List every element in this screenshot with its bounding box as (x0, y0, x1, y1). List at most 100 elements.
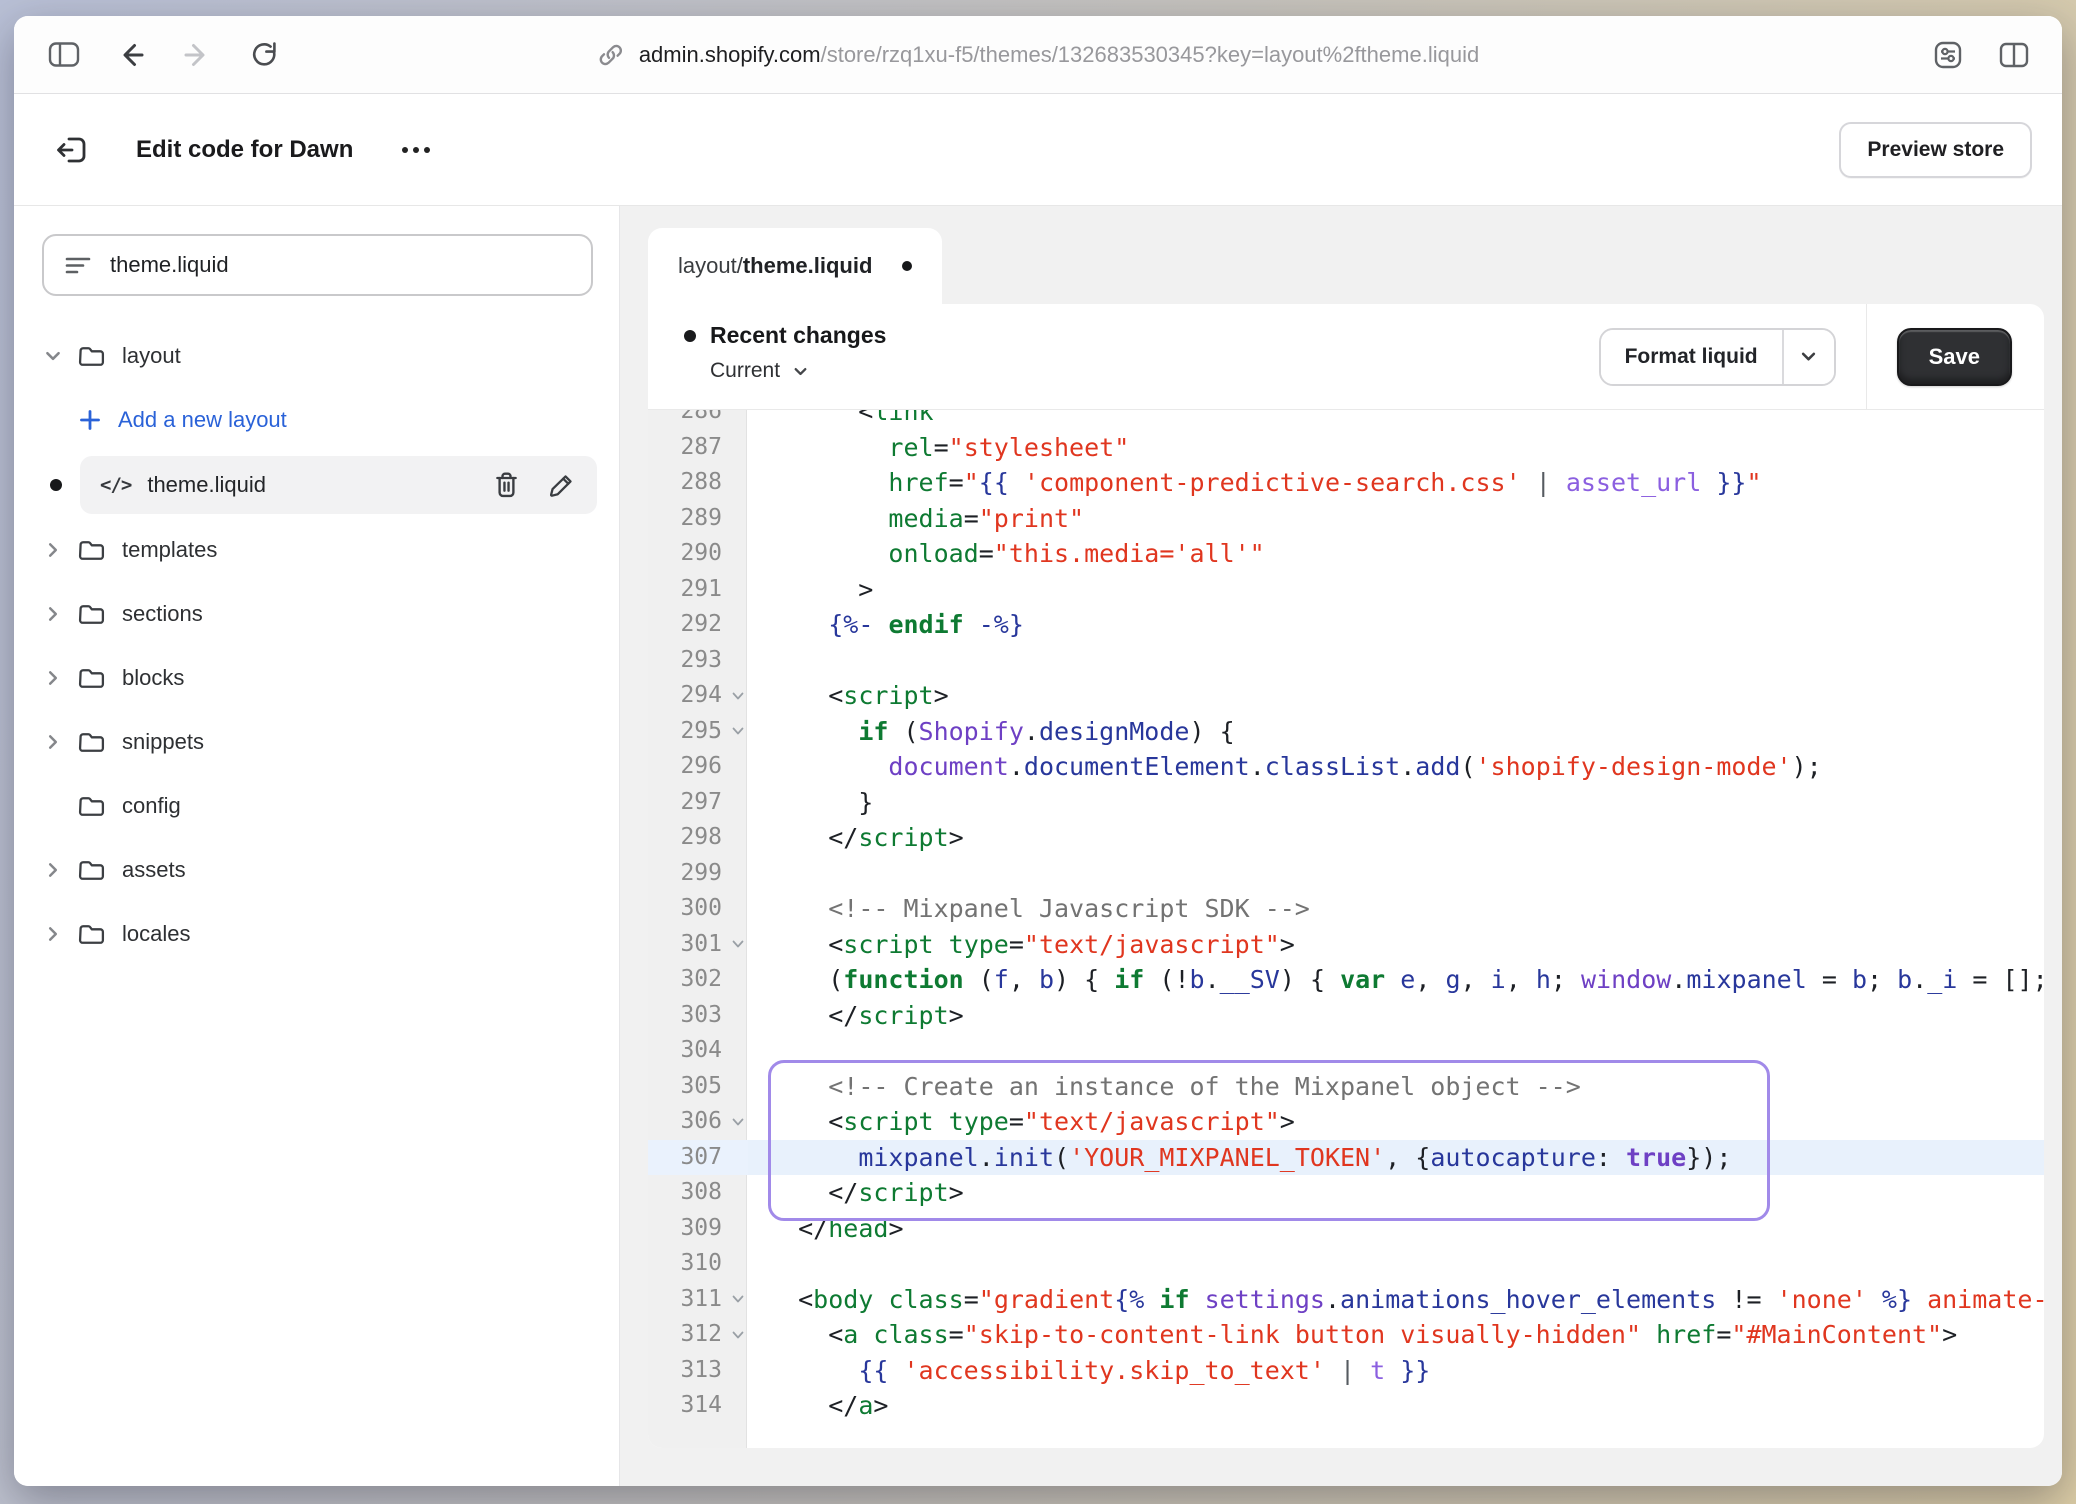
sidebar-item-blocks[interactable]: blocks (44, 650, 597, 706)
ellipsis-icon[interactable] (399, 144, 433, 156)
code-line-content: {{ 'accessibility.skip_to_text' | t }} (748, 1353, 2044, 1389)
format-liquid-main[interactable]: Format liquid (1601, 330, 1784, 384)
back-icon[interactable] (116, 40, 146, 70)
app-header: Edit code for Dawn Preview store (14, 94, 2062, 206)
forward-icon[interactable] (182, 40, 212, 70)
chevron-right-icon[interactable] (44, 669, 62, 687)
code-line-content (748, 643, 2044, 679)
code-line-content: <a class="skip-to-content-link button vi… (748, 1317, 2044, 1353)
code-line-307[interactable]: 307 mixpanel.init('YOUR_MIXPANEL_TOKEN',… (648, 1140, 2044, 1176)
fold-chevron-icon[interactable] (731, 724, 745, 738)
pencil-icon (548, 472, 575, 499)
code-line-314[interactable]: 314 </a> (648, 1388, 2044, 1424)
code-line-content: <!-- Mixpanel Javascript SDK --> (748, 891, 2044, 927)
address-bar[interactable]: admin.shopify.com/store/rzq1xu-f5/themes… (597, 41, 1479, 69)
code-line-304[interactable]: 304 (648, 1033, 2044, 1069)
delete-file-button[interactable] (493, 471, 520, 499)
code-line-298[interactable]: 298 </script> (648, 820, 2044, 856)
exit-icon[interactable] (54, 132, 90, 168)
fold-chevron-icon[interactable] (731, 689, 745, 703)
code-line-299[interactable]: 299 (648, 856, 2044, 892)
code-line-313[interactable]: 313 {{ 'accessibility.skip_to_text' | t … (648, 1353, 2044, 1389)
code-line-290[interactable]: 290 onload="this.media='all'" (648, 536, 2044, 572)
format-options-chevron[interactable] (1784, 330, 1834, 384)
fold-chevron-icon[interactable] (731, 937, 745, 951)
tab-filename: theme.liquid (743, 253, 873, 279)
folder-icon (78, 345, 106, 368)
code-line-297[interactable]: 297 } (648, 785, 2044, 821)
code-lines: 286 <link 287 rel="stylesheet" 288 href=… (648, 410, 2044, 1424)
code-line-303[interactable]: 303 </script> (648, 998, 2044, 1034)
add-new-layout-button[interactable]: Add a new layout (44, 392, 597, 448)
file-search-input[interactable]: theme.liquid (42, 234, 593, 296)
sidebar-item-sections[interactable]: sections (44, 586, 597, 642)
code-line-309[interactable]: 309 </head> (648, 1211, 2044, 1247)
code-line-308[interactable]: 308 </script> (648, 1175, 2044, 1211)
save-button[interactable]: Save (1897, 328, 2012, 386)
fold-chevron-icon[interactable] (731, 1115, 745, 1129)
line-number: 304 (648, 1033, 748, 1069)
editor-card: Recent changes Current Format liquid (648, 304, 2044, 1448)
sidebar-item-snippets[interactable]: snippets (44, 714, 597, 770)
code-line-content: > (748, 572, 2044, 608)
code-line-289[interactable]: 289 media="print" (648, 501, 2044, 537)
code-line-312[interactable]: 312 <a class="skip-to-content-link butto… (648, 1317, 2044, 1353)
sidebar-item-locales[interactable]: locales (44, 906, 597, 962)
folder-label: assets (122, 857, 186, 883)
code-line-287[interactable]: 287 rel="stylesheet" (648, 430, 2044, 466)
version-selector[interactable]: Current (710, 359, 886, 383)
code-line-291[interactable]: 291 > (648, 572, 2044, 608)
reload-icon[interactable] (248, 39, 280, 71)
code-line-292[interactable]: 292 {%- endif -%} (648, 607, 2044, 643)
chevron-right-icon[interactable] (44, 733, 62, 751)
extensions-icon[interactable] (1932, 39, 1964, 71)
code-line-305[interactable]: 305 <!-- Create an instance of the Mixpa… (648, 1069, 2044, 1105)
chevron-right-icon[interactable] (44, 605, 62, 623)
code-line-content (748, 856, 2044, 892)
code-line-286[interactable]: 286 <link (648, 410, 2044, 430)
tab-theme-liquid[interactable]: layout/theme.liquid (648, 228, 942, 304)
code-line-content: document.documentElement.classList.add('… (748, 749, 2044, 785)
desktop-background: admin.shopify.com/store/rzq1xu-f5/themes… (0, 0, 2076, 1504)
code-line-295[interactable]: 295 if (Shopify.designMode) { (648, 714, 2044, 750)
file-sidebar: theme.liquid layoutAdd a new layout </>t… (14, 206, 620, 1486)
sidebar-item-layout[interactable]: layout (44, 328, 597, 384)
code-line-293[interactable]: 293 (648, 643, 2044, 679)
content-area: theme.liquid layoutAdd a new layout </>t… (14, 206, 2062, 1486)
code-line-301[interactable]: 301 <script type="text/javascript"> (648, 927, 2044, 963)
code-line-288[interactable]: 288 href="{{ 'component-predictive-searc… (648, 465, 2044, 501)
code-editor[interactable]: 286 <link 287 rel="stylesheet" 288 href=… (648, 410, 2044, 1448)
fold-chevron-icon[interactable] (731, 1328, 745, 1342)
code-line-306[interactable]: 306 <script type="text/javascript"> (648, 1104, 2044, 1140)
fold-chevron-icon[interactable] (731, 1292, 745, 1306)
rename-file-button[interactable] (548, 472, 575, 499)
sidebar-item-config[interactable]: config (44, 778, 597, 834)
line-number: 310 (648, 1246, 748, 1282)
code-line-302[interactable]: 302 (function (f, b) { if (!b.__SV) { va… (648, 962, 2044, 998)
chevron-right-icon[interactable] (44, 861, 62, 879)
code-line-311[interactable]: 311 <body class="gradient{% if settings.… (648, 1282, 2044, 1318)
chevron-right-icon[interactable] (44, 541, 62, 559)
code-line-300[interactable]: 300 <!-- Mixpanel Javascript SDK --> (648, 891, 2044, 927)
sidebar-item-templates[interactable]: templates (44, 522, 597, 578)
sidebar-toggle-icon[interactable] (48, 41, 80, 68)
sidebar-item-theme-liquid[interactable]: </>theme.liquid (44, 456, 597, 514)
chevron-right-icon[interactable] (44, 925, 62, 943)
sidebar-item-assets[interactable]: assets (44, 842, 597, 898)
preview-store-button[interactable]: Preview store (1839, 122, 2032, 178)
chevron-down-icon (792, 363, 809, 380)
code-line-294[interactable]: 294 <script> (648, 678, 2044, 714)
code-file-icon: </> (100, 474, 131, 496)
chevron-down-icon (1799, 347, 1818, 366)
code-line-content (748, 1033, 2044, 1069)
changes-dot (684, 330, 696, 342)
code-line-310[interactable]: 310 (648, 1246, 2044, 1282)
folder-icon (78, 795, 106, 818)
browser-nav-buttons (14, 39, 280, 71)
chevron-down-icon[interactable] (44, 347, 62, 365)
split-view-icon[interactable] (1998, 41, 2030, 69)
folder-label: snippets (122, 729, 204, 755)
search-value: theme.liquid (110, 252, 229, 278)
code-line-296[interactable]: 296 document.documentElement.classList.a… (648, 749, 2044, 785)
selected-file-row[interactable]: </>theme.liquid (80, 456, 597, 514)
